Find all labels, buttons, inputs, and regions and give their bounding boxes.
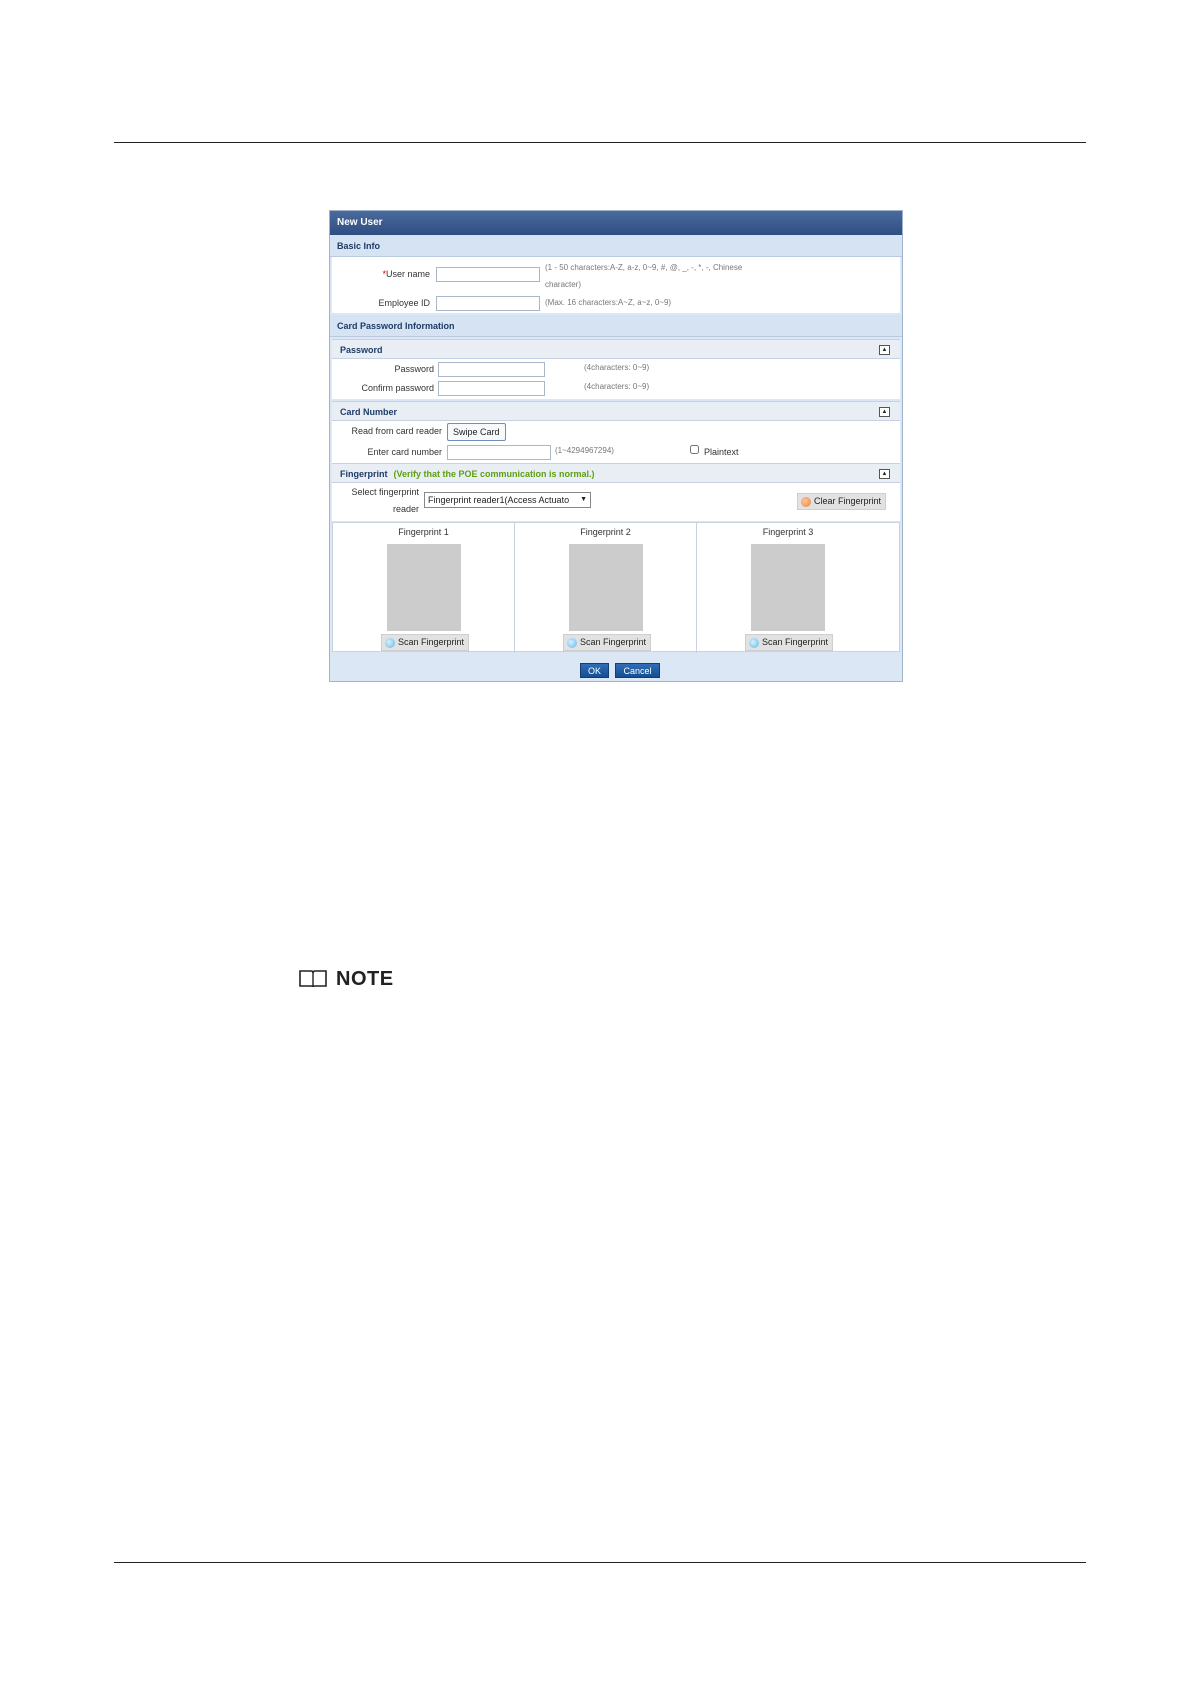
- fingerprint-subsection-title: Fingerprint: [340, 469, 388, 479]
- password-panel: Password (4characters: 0~9) Confirm pass…: [332, 359, 900, 399]
- scan-fingerprint-button[interactable]: Scan Fingerprint: [381, 634, 470, 651]
- select-reader-label-continued: reader: [392, 504, 419, 514]
- employee-id-label: Employee ID: [378, 298, 430, 308]
- scan-fingerprint-label: Scan Fingerprint: [398, 637, 465, 647]
- plaintext-label: Plaintext: [704, 447, 739, 457]
- selected-reader-value: Fingerprint reader1(Access Actuato: [428, 495, 570, 505]
- cancel-button[interactable]: Cancel: [615, 663, 660, 678]
- select-reader-label: Select fingerprint: [351, 487, 419, 497]
- employee-id-hint: (Max. 16 characters:A~Z, a~z, 0~9): [545, 298, 672, 307]
- collapse-icon[interactable]: ▲: [879, 407, 890, 417]
- clear-fingerprint-button[interactable]: Clear Fingerprint: [797, 493, 887, 510]
- password-subsection-header[interactable]: Password ▲: [332, 339, 900, 359]
- user-name-hint-continued: character): [545, 280, 582, 289]
- fingerprint-slots: Fingerprint 1 Scan Fingerprint Fingerpri…: [332, 522, 903, 653]
- password-label: Password: [394, 364, 434, 374]
- book-icon: [299, 970, 327, 988]
- password-hint: (4characters: 0~9): [584, 363, 650, 372]
- fingerprint-slot-title: Fingerprint 3: [762, 527, 814, 537]
- card-number-panel: Read from card reader Swipe Card Enter c…: [332, 421, 900, 463]
- swipe-card-button[interactable]: Swipe Card: [447, 423, 506, 441]
- enter-card-label: Enter card number: [367, 447, 442, 457]
- poe-warning: (Verify that the POE communication is no…: [393, 469, 595, 479]
- section-card-password: Card Password Information: [330, 315, 902, 337]
- note-heading: NOTE: [298, 968, 394, 991]
- section-basic-info: Basic Info: [330, 235, 902, 257]
- fingerprint-slot-3: Fingerprint 3 Scan Fingerprint: [697, 523, 903, 653]
- collapse-icon[interactable]: ▲: [879, 345, 890, 355]
- user-name-label-text: User name: [385, 269, 430, 279]
- card-number-subsection-title: Card Number: [340, 407, 398, 417]
- fingerprint-slot-title: Fingerprint 2: [580, 527, 631, 537]
- fingerprint-slot-2: Fingerprint 2 Scan Fingerprint: [515, 523, 697, 653]
- page-footer-rule: [114, 1562, 1086, 1563]
- user-name-input[interactable]: [436, 267, 540, 282]
- employee-id-input[interactable]: [436, 296, 540, 311]
- read-card-label: Read from card reader: [351, 426, 442, 436]
- clear-fingerprint-label: Clear Fingerprint: [814, 496, 882, 506]
- confirm-password-hint: (4characters: 0~9): [584, 382, 650, 391]
- fingerprint-subsection-header[interactable]: Fingerprint (Verify that the POE communic…: [332, 463, 900, 483]
- card-number-input[interactable]: [447, 445, 551, 460]
- plaintext-checkbox[interactable]: [690, 445, 699, 454]
- scan-fingerprint-button[interactable]: Scan Fingerprint: [563, 634, 652, 651]
- fingerprint-reader-panel: Select fingerprint reader Fingerprint re…: [332, 483, 900, 521]
- fingerprint-icon: [385, 638, 395, 648]
- fingerprint-reader-select[interactable]: Fingerprint reader1(Access Actuato ▼: [424, 492, 591, 508]
- page-header-rule: [114, 142, 1086, 143]
- collapse-icon[interactable]: ▲: [879, 469, 890, 479]
- note-label: NOTE: [336, 968, 394, 990]
- card-number-hint: (1~4294967294): [555, 446, 614, 455]
- ok-button[interactable]: OK: [580, 663, 609, 678]
- card-number-subsection-header[interactable]: Card Number ▲: [332, 401, 900, 421]
- fingerprint-icon: [801, 497, 811, 507]
- new-user-dialog: New User Basic Info *User name (1 - 50 c…: [329, 210, 903, 682]
- confirm-password-label: Confirm password: [361, 383, 434, 393]
- password-input[interactable]: [438, 362, 545, 377]
- fingerprint-image: [751, 544, 825, 631]
- dialog-title: New User: [330, 211, 902, 235]
- fingerprint-slot-1: Fingerprint 1 Scan Fingerprint: [333, 523, 515, 653]
- fingerprint-slot-title: Fingerprint 1: [398, 527, 449, 537]
- user-name-label: *User name: [332, 269, 430, 279]
- fingerprint-image: [569, 544, 643, 631]
- scan-fingerprint-label: Scan Fingerprint: [762, 637, 829, 647]
- scan-fingerprint-button[interactable]: Scan Fingerprint: [745, 634, 834, 651]
- dropdown-arrow-icon: ▼: [580, 496, 587, 503]
- basic-info-panel: *User name (1 - 50 characters:A-Z, a-z, …: [332, 257, 900, 313]
- fingerprint-icon: [749, 638, 759, 648]
- scan-fingerprint-label: Scan Fingerprint: [580, 637, 647, 647]
- fingerprint-image: [387, 544, 461, 631]
- password-subsection-title: Password: [340, 345, 383, 355]
- confirm-password-input[interactable]: [438, 381, 545, 396]
- user-name-hint: (1 - 50 characters:A-Z, a-z, 0~9, #, @, …: [545, 263, 743, 272]
- fingerprint-icon: [567, 638, 577, 648]
